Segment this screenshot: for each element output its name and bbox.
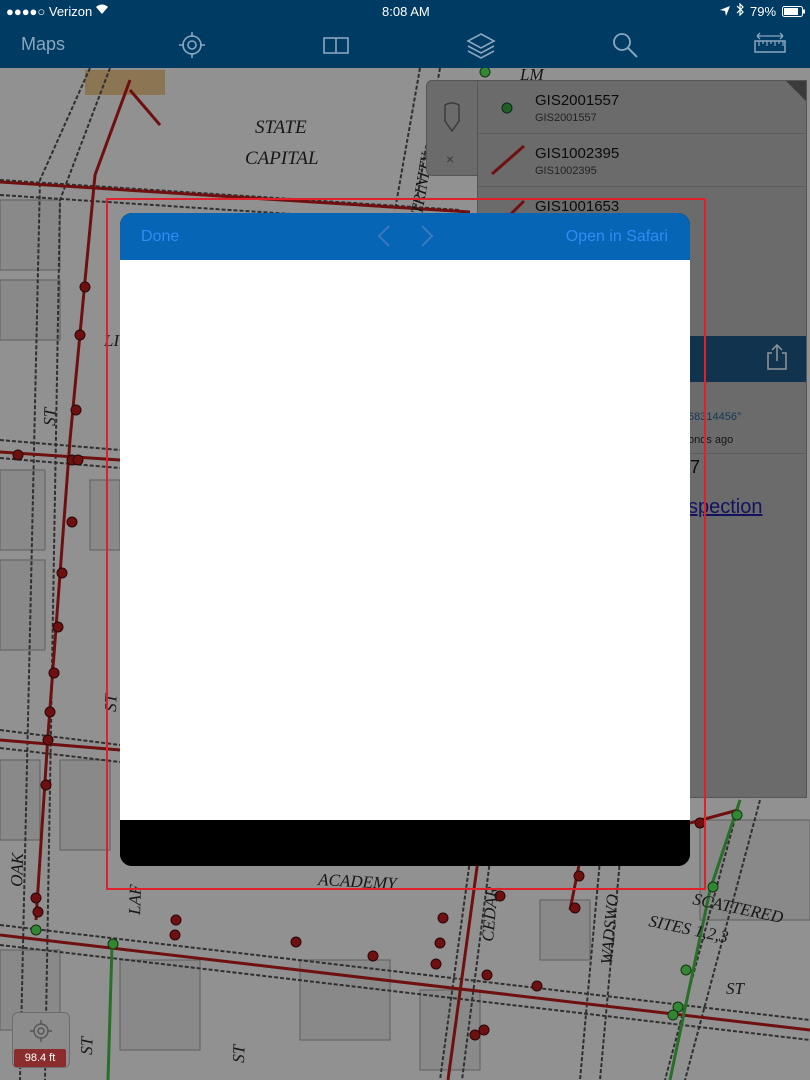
locate-icon[interactable] <box>177 30 207 60</box>
wifi-icon <box>95 3 109 18</box>
book-icon[interactable] <box>321 30 351 60</box>
maps-button[interactable]: Maps <box>21 34 65 55</box>
battery-percent: 79% <box>750 4 777 19</box>
scale-label: 98.4 ft <box>14 1049 66 1067</box>
location-arrow-icon <box>720 4 730 19</box>
bluetooth-icon <box>736 2 744 19</box>
battery-icon <box>782 5 806 20</box>
top-toolbar: Maps <box>0 22 810 68</box>
gps-icon <box>29 1019 53 1048</box>
carrier-label: ●●●●○ Verizon <box>6 4 93 19</box>
layers-icon[interactable] <box>466 30 496 60</box>
status-time: 8:08 AM <box>382 4 430 19</box>
measure-icon[interactable] <box>754 30 786 60</box>
status-bar: ●●●●○ Verizon 8:08 AM 79% <box>0 0 810 22</box>
highlight-box <box>106 198 706 890</box>
search-icon[interactable] <box>610 30 640 60</box>
